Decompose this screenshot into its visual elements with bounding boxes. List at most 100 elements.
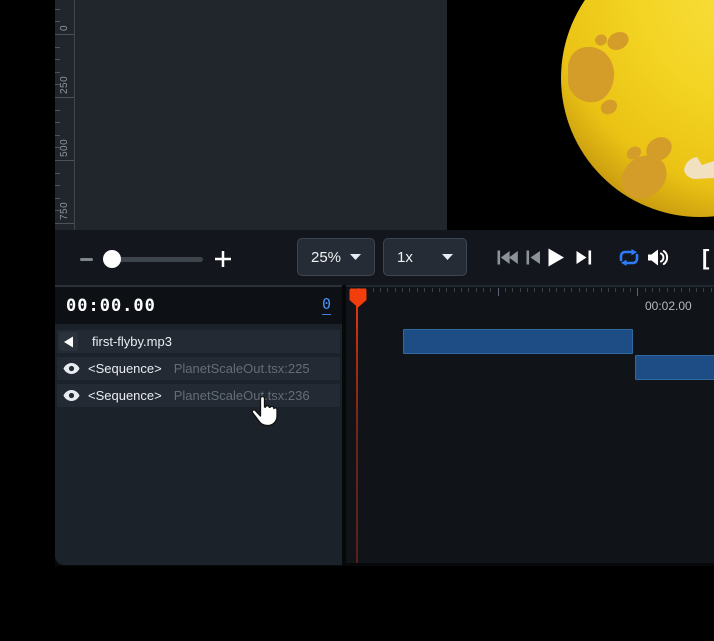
ruler-minor-tick	[55, 9, 60, 10]
ruler-minor-tick	[55, 122, 60, 123]
ruler-minor-tick	[55, 173, 60, 174]
timeline-tick	[446, 288, 447, 292]
timeline-tick	[395, 288, 396, 292]
timeline-tick	[454, 288, 455, 292]
next-frame-button[interactable]	[576, 230, 593, 285]
timeline-tick	[703, 288, 704, 292]
canvas-out-of-bounds-area	[75, 0, 447, 230]
timeline-tick	[476, 288, 477, 292]
ruler-minor-tick	[55, 72, 60, 73]
ruler-label: 0	[59, 25, 70, 31]
previous-frame-button[interactable]	[526, 230, 541, 285]
timeline-tick	[579, 288, 580, 292]
ruler-minor-tick	[55, 110, 60, 111]
timeline-tick	[674, 288, 675, 292]
chevron-down-icon	[442, 254, 453, 260]
zoom-in-plus-icon[interactable]	[215, 251, 231, 272]
timeline-tick	[556, 288, 557, 292]
timeline-tick	[373, 288, 374, 292]
playback-speed-select[interactable]: 1x	[383, 238, 467, 276]
app-window: 0250500750	[0, 0, 714, 641]
timeline-tick	[520, 288, 521, 292]
playhead-handle[interactable]	[349, 288, 367, 313]
volume-button[interactable]	[647, 230, 671, 285]
timeline-tick	[681, 288, 682, 292]
timeline-tick	[534, 288, 535, 292]
time-label: 00:02.00	[645, 299, 692, 313]
timeline-track-panel: 00:00.00 0 first-flyby.mp3 <Sequence> Plan…	[55, 285, 342, 565]
studio-root: 0250500750	[55, 0, 714, 566]
timeline-tick	[505, 288, 506, 292]
timeline-tick	[652, 288, 653, 292]
track-row[interactable]: first-flyby.mp3	[57, 330, 340, 353]
volume-icon[interactable]	[59, 332, 78, 351]
timeline-tick	[424, 288, 425, 292]
play-icon	[547, 248, 565, 267]
timeline-header: 00:00.00 0	[55, 287, 342, 324]
ruler-major-tick	[55, 97, 74, 98]
zoom-out-minus-icon[interactable]	[80, 258, 93, 261]
skip-to-start-button[interactable]	[497, 230, 518, 285]
loop-toggle-button[interactable]	[617, 230, 641, 285]
ruler-label: 500	[59, 139, 70, 157]
timeline-tick	[645, 288, 646, 292]
timeline-tick	[402, 288, 403, 292]
track-source-ref: PlanetScaleOut.tsx:225	[174, 361, 310, 376]
timeline-tick	[615, 288, 616, 292]
bracket-icon: [	[702, 245, 709, 271]
timeline-clip[interactable]	[635, 355, 714, 380]
ruler-label: 750	[59, 202, 70, 220]
timeline-tick	[387, 288, 388, 292]
timeline-tick	[593, 288, 594, 292]
track-source-ref: PlanetScaleOut.tsx:236	[174, 388, 310, 403]
loop-icon	[617, 249, 641, 266]
track-name: <Sequence>	[88, 361, 162, 376]
canvas-scale-select[interactable]: 25%	[297, 238, 375, 276]
timeline-ruler[interactable]: 00:02.00	[346, 285, 714, 563]
timeline-tick	[380, 288, 381, 292]
ruler-minor-tick	[55, 198, 60, 199]
timeline-tick	[498, 288, 499, 296]
timeline-tick	[432, 288, 433, 292]
previous-frame-icon	[526, 250, 541, 265]
timeline-tick	[542, 288, 543, 292]
timeline-tick	[439, 288, 440, 292]
timeline-tick	[409, 288, 410, 292]
hand-cursor	[251, 396, 278, 432]
track-name: <Sequence>	[88, 388, 162, 403]
zoom-slider-knob[interactable]	[103, 250, 121, 268]
in-out-marker-button[interactable]: [	[702, 230, 709, 285]
playback-toolbar: 25% 1x	[55, 230, 714, 285]
ruler-major-tick	[55, 223, 74, 224]
playhead-line	[356, 305, 358, 563]
planet-graphic	[447, 0, 714, 230]
track-row[interactable]: <Sequence> PlanetScaleOut.tsx:236	[57, 384, 340, 407]
ruler-minor-tick	[55, 47, 60, 48]
ruler-major-tick	[55, 160, 74, 161]
timeline-tick	[601, 288, 602, 292]
timeline-clip[interactable]	[403, 329, 633, 354]
play-button[interactable]	[547, 230, 565, 285]
timecode-display: 00:00.00	[66, 296, 156, 316]
timeline-tick	[512, 288, 513, 292]
skip-to-start-icon	[497, 250, 518, 265]
volume-icon	[647, 248, 671, 267]
timeline-tick	[586, 288, 587, 292]
timeline-tick	[689, 288, 690, 292]
timeline-tick	[659, 288, 660, 292]
track-row[interactable]: <Sequence> PlanetScaleOut.tsx:225	[57, 357, 340, 380]
timeline-tick	[637, 288, 638, 296]
ruler-minor-tick	[55, 59, 60, 60]
eye-visibility-icon[interactable]	[61, 390, 81, 401]
timeline-tick	[483, 288, 484, 292]
vertical-ruler: 0250500750	[55, 0, 75, 230]
timeline-tick	[527, 288, 528, 292]
canvas-scale-value: 25%	[311, 249, 341, 266]
timeline-tick	[468, 288, 469, 292]
track-name: first-flyby.mp3	[92, 334, 172, 349]
frame-number-link[interactable]: 0	[322, 296, 331, 314]
timeline-tick	[630, 288, 631, 292]
timeline-tick	[711, 288, 712, 292]
eye-visibility-icon[interactable]	[61, 363, 81, 374]
ruler-minor-tick	[55, 21, 60, 22]
